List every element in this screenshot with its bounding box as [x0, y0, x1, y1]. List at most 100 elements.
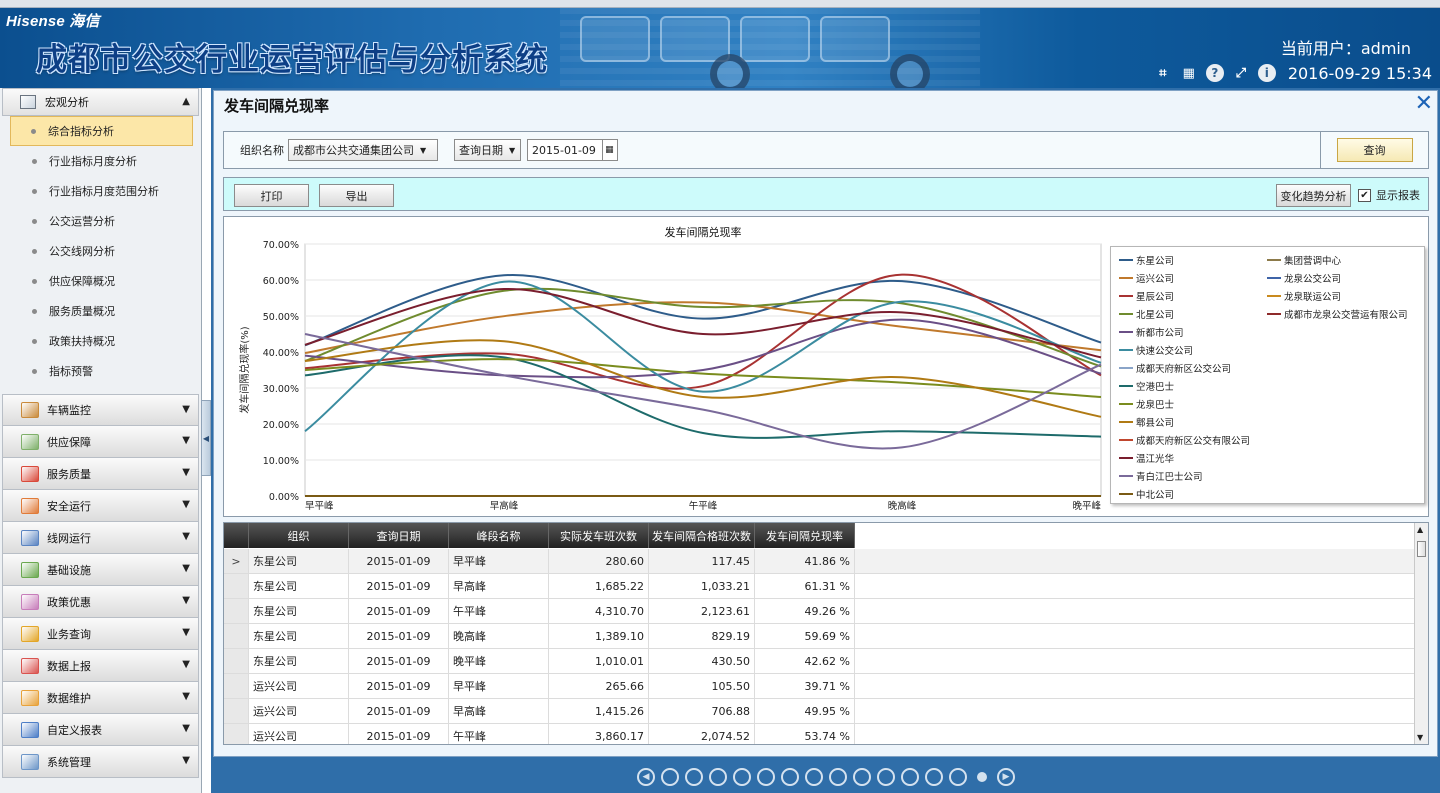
date-input[interactable]: 2015-01-09 ▦	[527, 139, 618, 161]
table-row[interactable]: 东星公司 2015-01-09 早高峰 1,685.22 1,033.21 61.31 %	[224, 574, 1414, 599]
show-report-toggle[interactable]: ✔ 显示报表	[1358, 187, 1420, 203]
sidebar-subitem[interactable]: 公交线网分析	[2, 236, 199, 266]
table-filler	[855, 599, 1414, 623]
page-dot[interactable]	[709, 767, 727, 786]
sidebar-group[interactable]: 数据上报 ▼	[2, 650, 199, 682]
sidebar-subitem[interactable]: 行业指标月度分析	[2, 146, 199, 176]
page-dot[interactable]	[661, 767, 679, 786]
next-page-icon[interactable]: ▶	[997, 767, 1015, 786]
org-select-value: 成都市公共交通集团公司	[293, 144, 414, 157]
sidebar-subitem[interactable]: 综合指标分析	[10, 116, 193, 146]
bullet-icon	[32, 368, 37, 374]
table-cell: 2015-01-09	[349, 724, 449, 744]
page-dot[interactable]	[853, 767, 871, 786]
legend-label: 龙泉联运公司	[1284, 292, 1342, 303]
info-icon[interactable]: i	[1257, 64, 1276, 82]
menu-icon	[21, 721, 39, 738]
table-row[interactable]: 东星公司 2015-01-09 午平峰 4,310.70 2,123.61 49.26 %	[224, 599, 1414, 624]
sidebar-group[interactable]: 政策优惠 ▼	[2, 586, 199, 618]
table-cell: 3,860.17	[549, 724, 649, 744]
help-icon[interactable]: ?	[1205, 64, 1224, 82]
menu-icon	[21, 402, 39, 418]
legend-item: 龙泉联运公司	[1267, 289, 1341, 303]
close-icon[interactable]: ✕	[1415, 93, 1433, 115]
sidebar-group[interactable]: 安全运行 ▼	[2, 490, 199, 522]
table-row[interactable]: 运兴公司 2015-01-09 早高峰 1,415.26 706.88 49.95 %	[224, 699, 1414, 724]
scroll-thumb[interactable]	[1417, 541, 1426, 557]
grid-header-indicator	[224, 523, 249, 548]
grid-column-header[interactable]: 组织	[249, 523, 349, 548]
chart-container: 发车间隔兑现率 0.00% 10.00% 20.00% 30.00% 40.00% 50.0…	[223, 216, 1429, 517]
grid-column-header[interactable]: 查询日期	[349, 523, 449, 548]
scroll-down-icon[interactable]: ▼	[1417, 733, 1423, 742]
sidebar-collapse-handle[interactable]: ◀	[201, 400, 211, 476]
grid-column-header[interactable]: 峰段名称	[449, 523, 549, 548]
query-button[interactable]: 查询	[1336, 138, 1413, 162]
page-dot[interactable]	[877, 767, 895, 786]
grid-column-header[interactable]: 发车间隔兑现率	[755, 523, 855, 548]
calendar-icon[interactable]: ▦	[601, 140, 616, 160]
legend-swatch	[1119, 475, 1133, 477]
page-dot[interactable]	[757, 767, 775, 786]
y-tick-label: 30.00%	[263, 384, 299, 395]
sidebar-subitem[interactable]: 行业指标月度范围分析	[2, 176, 199, 206]
sidebar-subitem[interactable]: 指标预警	[2, 356, 199, 386]
org-select[interactable]: 成都市公共交通集团公司 ▼	[288, 139, 438, 161]
legend-swatch	[1119, 385, 1133, 387]
scroll-up-icon[interactable]: ▲	[1417, 525, 1423, 534]
table-row[interactable]: 运兴公司 2015-01-09 早平峰 265.66 105.50 39.71 %	[224, 674, 1414, 699]
checkbox-checked-icon[interactable]: ✔	[1358, 188, 1371, 202]
export-button[interactable]: 导出	[319, 184, 394, 207]
trend-analysis-button[interactable]: 变化趋势分析	[1276, 184, 1351, 207]
sidebar-group[interactable]: 业务查询 ▼	[2, 618, 199, 650]
chevron-down-icon: ▼	[182, 627, 190, 638]
print-button[interactable]: 打印	[234, 184, 309, 207]
table-cell: 东星公司	[249, 574, 349, 598]
sidebar-group-label: 自定义报表	[47, 723, 102, 737]
sidebar-group-macro-analysis[interactable]: 宏观分析 ▲	[2, 88, 199, 116]
sidebar-group[interactable]: 数据维护 ▼	[2, 682, 199, 714]
keyboard-icon[interactable]: ▦	[1180, 64, 1198, 82]
sidebar-group[interactable]: 线网运行 ▼	[2, 522, 199, 554]
page-dot[interactable]	[781, 767, 799, 786]
table-row[interactable]: 运兴公司 2015-01-09 午平峰 3,860.17 2,074.52 53.74 %	[224, 724, 1414, 744]
page-dot[interactable]	[685, 767, 703, 786]
row-indicator	[224, 574, 249, 598]
sidebar-group[interactable]: 系统管理 ▼	[2, 746, 199, 778]
page-dot[interactable]	[901, 767, 919, 786]
table-row[interactable]: > 东星公司 2015-01-09 早平峰 280.60 117.45 41.86 %	[224, 549, 1414, 574]
page-dot[interactable]	[733, 767, 751, 786]
grid-column-header[interactable]: 实际发车班次数	[549, 523, 649, 548]
date-type-select[interactable]: 查询日期 ▼	[454, 139, 521, 161]
sidebar-group[interactable]: 自定义报表 ▼	[2, 714, 199, 746]
bullet-icon	[32, 158, 37, 164]
sidebar-group[interactable]: 基础设施 ▼	[2, 554, 199, 586]
table-cell: 49.95 %	[755, 699, 855, 723]
page-dot[interactable]	[977, 771, 987, 782]
page-dot[interactable]	[805, 767, 823, 786]
y-tick-label: 10.00%	[263, 456, 299, 467]
sidebar-subitem[interactable]: 服务质量概况	[2, 296, 199, 326]
grid-column-header[interactable]: 发车间隔合格班次数	[649, 523, 755, 548]
bullet-icon	[32, 248, 37, 254]
crop-icon[interactable]: ⌗	[1154, 64, 1172, 82]
sidebar-group[interactable]: 供应保障 ▼	[2, 426, 199, 458]
page-dot[interactable]	[829, 767, 847, 786]
sidebar-subitem[interactable]: 供应保障概况	[2, 266, 199, 296]
legend-label: 运兴公司	[1136, 274, 1175, 285]
sidebar-group[interactable]: 车辆监控 ▼	[2, 394, 199, 426]
sidebar-subitem[interactable]: 公交运营分析	[2, 206, 199, 236]
sidebar-group[interactable]: 服务质量 ▼	[2, 458, 199, 490]
table-row[interactable]: 东星公司 2015-01-09 晚平峰 1,010.01 430.50 42.62 %	[224, 649, 1414, 674]
browser-toolbar	[0, 0, 1440, 8]
grid-scrollbar[interactable]: ▲ ▼	[1414, 523, 1428, 744]
fullscreen-icon[interactable]: ⤢	[1232, 64, 1250, 82]
table-row[interactable]: 东星公司 2015-01-09 晚高峰 1,389.10 829.19 59.69 %	[224, 624, 1414, 649]
prev-page-icon[interactable]: ◀	[637, 767, 655, 786]
header-bus-banner	[560, 8, 980, 88]
sidebar-subitem[interactable]: 政策扶持概况	[2, 326, 199, 356]
report-toolbar: 打印 导出 变化趋势分析 ✔ 显示报表	[223, 177, 1429, 211]
page-dot[interactable]	[949, 767, 967, 786]
chevron-up-icon: ▲	[182, 96, 190, 107]
page-dot[interactable]	[925, 767, 943, 786]
